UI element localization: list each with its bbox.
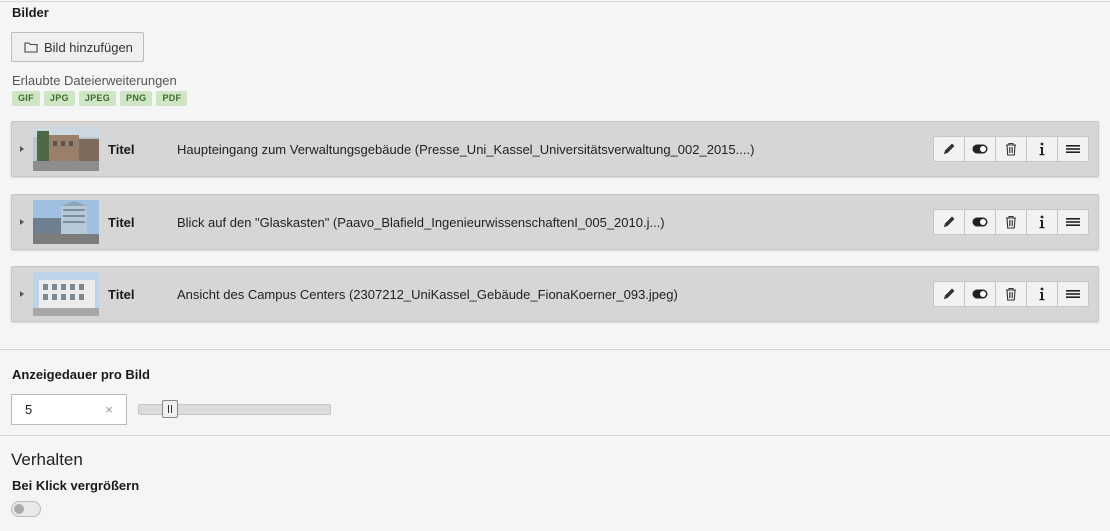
file-thumbnail xyxy=(33,200,99,244)
expand-caret-icon[interactable] xyxy=(20,219,24,225)
pencil-icon xyxy=(944,288,955,299)
drag-handle-icon xyxy=(1066,218,1080,226)
file-row[interactable]: Titel Haupteingang zum Verwaltungsgebäud… xyxy=(11,121,1099,177)
trash-icon xyxy=(1006,142,1016,156)
clear-icon[interactable]: × xyxy=(105,402,113,417)
file-row[interactable]: Titel Blick auf den "Glaskasten" (Paavo_… xyxy=(11,194,1099,250)
row-actions xyxy=(933,281,1089,307)
file-description: Blick auf den "Glaskasten" (Paavo_Blafie… xyxy=(177,215,665,230)
delete-button[interactable] xyxy=(995,281,1027,307)
toggle-visibility-button[interactable] xyxy=(964,281,996,307)
file-title-label: Titel xyxy=(108,215,135,230)
file-description: Ansicht des Campus Centers (2307212_UniK… xyxy=(177,287,678,302)
file-title-label: Titel xyxy=(108,142,135,157)
info-button[interactable] xyxy=(1026,281,1058,307)
file-thumbnail xyxy=(33,127,99,171)
info-button[interactable] xyxy=(1026,136,1058,162)
extension-badges: GIF JPG JPEG PNG PDF xyxy=(12,91,188,106)
toggle-icon xyxy=(972,144,988,154)
toggle-icon xyxy=(972,289,988,299)
drag-handle-button[interactable] xyxy=(1057,209,1089,235)
trash-icon xyxy=(1006,287,1016,301)
trash-icon xyxy=(1006,215,1016,229)
expand-caret-icon[interactable] xyxy=(20,291,24,297)
delete-button[interactable] xyxy=(995,136,1027,162)
edit-button[interactable] xyxy=(933,209,965,235)
info-button[interactable] xyxy=(1026,209,1058,235)
drag-handle-button[interactable] xyxy=(1057,136,1089,162)
extension-badge: PDF xyxy=(156,91,188,106)
toggle-icon xyxy=(972,217,988,227)
top-divider xyxy=(0,1,1110,2)
edit-button[interactable] xyxy=(933,281,965,307)
zoom-on-click-toggle[interactable] xyxy=(11,501,41,517)
drag-handle-icon xyxy=(1066,145,1080,153)
file-title-label: Titel xyxy=(108,287,135,302)
file-thumbnail xyxy=(33,272,99,316)
drag-handle-button[interactable] xyxy=(1057,281,1089,307)
info-icon xyxy=(1039,287,1045,301)
section-divider xyxy=(0,435,1110,436)
extension-badge: GIF xyxy=(12,91,40,106)
delete-button[interactable] xyxy=(995,209,1027,235)
add-image-label: Bild hinzufügen xyxy=(44,39,133,55)
extension-badge: JPEG xyxy=(78,91,117,106)
section-divider xyxy=(0,349,1110,350)
edit-button[interactable] xyxy=(933,136,965,162)
images-section-label: Bilder xyxy=(12,5,49,20)
zoom-on-click-label: Bei Klick vergrößern xyxy=(12,478,140,493)
allowed-extensions-label: Erlaubte Dateierweiterungen xyxy=(12,73,177,88)
row-actions xyxy=(933,136,1089,162)
duration-label: Anzeigedauer pro Bild xyxy=(12,367,150,382)
info-icon xyxy=(1039,142,1045,156)
duration-value: 5 xyxy=(25,402,33,417)
file-row[interactable]: Titel Ansicht des Campus Centers (230721… xyxy=(11,266,1099,322)
info-icon xyxy=(1039,215,1045,229)
folder-icon xyxy=(24,41,38,53)
pencil-icon xyxy=(944,143,955,154)
toggle-visibility-button[interactable] xyxy=(964,209,996,235)
file-description: Haupteingang zum Verwaltungsgebäude (Pre… xyxy=(177,142,755,157)
behavior-heading: Verhalten xyxy=(11,450,83,469)
duration-slider-handle[interactable] xyxy=(162,400,178,418)
pencil-icon xyxy=(944,216,955,227)
extension-badge: PNG xyxy=(120,91,153,106)
drag-handle-icon xyxy=(1066,290,1080,298)
row-actions xyxy=(933,209,1089,235)
duration-input[interactable]: 5 × xyxy=(11,394,127,425)
extension-badge: JPG xyxy=(43,91,75,106)
toggle-knob xyxy=(14,504,24,514)
expand-caret-icon[interactable] xyxy=(20,146,24,152)
toggle-visibility-button[interactable] xyxy=(964,136,996,162)
add-image-button[interactable]: Bild hinzufügen xyxy=(11,32,144,62)
